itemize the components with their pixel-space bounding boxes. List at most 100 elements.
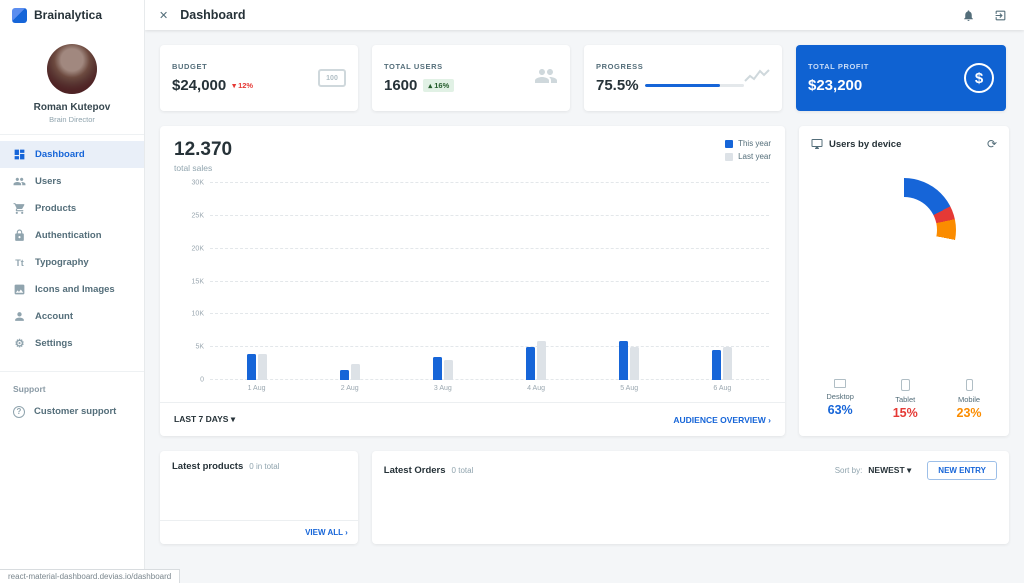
sidebar-item-authentication[interactable]: Authentication [0,222,144,249]
sidebar-item-typography[interactable]: Tt Typography [0,249,144,276]
sidebar-item-icons-and-images[interactable]: Icons and Images [0,276,144,303]
tablet-icon [900,379,910,391]
sidebar-item-account[interactable]: Account [0,303,144,330]
bar-last-year [443,360,453,380]
profile-block: Roman Kutepov Brain Director [0,30,144,135]
sort-dropdown[interactable]: NEWEST ▾ [868,465,911,476]
y-axis-tick: 0 [200,376,204,384]
progress-bar [644,84,744,87]
device-stat-mobile: Mobile 23% [957,379,982,420]
bar-last-year [630,347,640,380]
x-axis-labels: 1 Aug 2 Aug 3 Aug 4 Aug 5 Aug 6 Aug [210,385,769,392]
brand-logo-icon [12,7,27,23]
total-profit-card: TOTAL PROFIT $23,200 $ [796,45,1006,111]
legend-swatch-this-year [725,139,734,148]
profile-name: Roman Kutepov [33,102,111,113]
donut-hole [871,197,937,263]
audience-overview-button[interactable]: AUDIENCE OVERVIEW › [673,415,771,425]
legend-last-year: Last year [725,152,771,161]
sidebar-item-settings[interactable]: ⚙ Settings [0,330,144,357]
device-donut [852,178,956,282]
x-axis-label: 5 Aug [620,385,639,392]
y-axis-tick: 5K [195,343,204,351]
chart-legend: This year Last year [725,139,771,173]
sidebar-item-label: Dashboard [35,149,85,160]
x-axis-label: 6 Aug [713,385,732,392]
dashboard-icon [14,149,25,160]
sidebar-menu: Dashboard Users Products Authentication … [0,135,144,363]
avatar[interactable] [47,44,97,94]
sidebar-item-customer-support[interactable]: ? Customer support [0,398,144,425]
dollar-icon: $ [964,63,994,93]
refresh-icon[interactable]: ⟳ [987,138,997,150]
banknote-icon: 100 [318,69,346,87]
bar-group [339,183,360,380]
desktop-icon [834,379,847,388]
person-icon [15,312,24,321]
bar-this-year [526,347,536,380]
app-window: Brainalytica Roman Kutepov Brain Directo… [0,0,1024,583]
bar-this-year [619,340,629,380]
progress-card: PROGRESS 75.5% [584,45,782,111]
sidebar-item-label: Settings [35,338,73,349]
new-entry-button[interactable]: NEW ENTRY [927,461,997,480]
stats-row: BUDGET $24,000 ▾ 12% 100 TOTAL USERS 160… [160,45,1009,111]
legend-this-year: This year [725,139,771,148]
total-profit-value: $23,200 [808,77,863,94]
total-users-card: TOTAL USERS 1600 ▴ 16% [372,45,570,111]
latest-products-title: Latest products [172,461,244,472]
support-section-label: Support [13,384,46,394]
bottom-row: Latest products 0 in total VIEW ALL › La… [160,451,1009,544]
sidebar-item-dashboard[interactable]: Dashboard [0,141,144,168]
sidebar-item-users[interactable]: Users [0,168,144,195]
help-icon: ? [13,405,25,418]
date-range-button[interactable]: LAST 7 DAYS ▾ [174,414,235,425]
y-axis-tick: 15K [191,278,204,285]
sales-footer: LAST 7 DAYS ▾ AUDIENCE OVERVIEW › [160,402,785,436]
bar-group [619,183,640,380]
latest-products-card: Latest products 0 in total VIEW ALL › [160,451,358,544]
sidebar-item-label: Icons and Images [35,284,115,295]
sales-header: 12.370 total sales This year Last year [160,126,785,173]
sidebar-item-products[interactable]: Products [0,195,144,222]
total-users-value: 1600 [384,77,418,94]
main-content: BUDGET $24,000 ▾ 12% 100 TOTAL USERS 160… [145,30,1024,583]
tablet-percent: 15% [892,406,918,420]
x-axis-label: 2 Aug [340,385,359,392]
progress-bar-fill [644,84,720,87]
view-all-button[interactable]: VIEW ALL › [305,528,348,537]
image-icon [14,284,25,295]
topbar: ✕ Dashboard [145,0,1024,30]
brand-name: Brainalytica [34,8,103,22]
sort-by-label: Sort by: [834,466,863,475]
bar-group [712,183,733,380]
exit-app-icon[interactable] [990,5,1010,25]
lock-icon [15,229,24,241]
bar-this-year [712,350,722,380]
notifications-bell-icon[interactable] [958,5,978,25]
sidebar: Brainalytica Roman Kutepov Brain Directo… [0,0,145,583]
people-icon [534,64,558,93]
gear-icon: ⚙ [14,338,25,350]
middle-row: 12.370 total sales This year Last year 0… [160,126,1009,436]
sidebar-item-label: Users [35,176,62,187]
devices-header: Users by device ⟳ [799,126,1009,150]
latest-orders-count: 0 total [451,466,474,475]
users-by-device-card: Users by device ⟳ Desktop 63% Tablet 15%… [799,126,1009,436]
bar-group [432,183,453,380]
bar-last-year [723,347,733,380]
budget-value: $24,000 [172,77,227,94]
total-users-delta-badge: ▴ 16% [423,79,455,92]
brand[interactable]: Brainalytica [0,0,144,30]
bar-last-year [537,340,547,380]
bars-area [210,183,769,380]
total-sales-value: 12.370 [174,139,233,160]
progress-value: 75.5% [596,77,639,94]
device-stats: Desktop 63% Tablet 15% Mobile 23% [799,379,1009,436]
close-icon[interactable]: ✕ [159,9,168,22]
bar-group [526,183,547,380]
products-footer: VIEW ALL › [160,520,358,544]
budget-delta-badge: ▾ 12% [232,81,254,90]
legend-swatch-last-year [725,152,734,161]
sidebar-item-label: Products [35,203,77,214]
